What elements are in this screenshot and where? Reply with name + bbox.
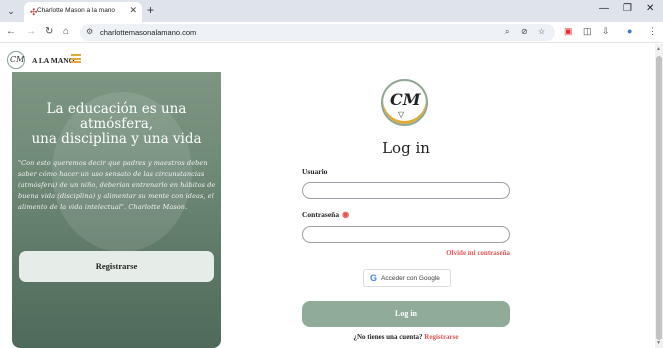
browser-toolbar: ← → ↻ ⌂ ⚙ charlottemasonalamano.com ⌕ ⊘ … [0,22,663,43]
zoom-icon[interactable]: ⌕ [505,27,509,37]
bookmark-star-icon[interactable]: ☆ [538,27,545,36]
hero-title-line: La educación es una [46,101,187,117]
hamburger-menu-icon[interactable] [71,54,81,63]
login-title: Log in [382,139,430,157]
home-icon[interactable]: ⌂ [63,26,69,38]
tab-strip: ⌄ ✣ Charlotte Mason a la mano ✕ + — ❐ ✕ [0,0,663,22]
scroll-thumb[interactable] [656,56,662,340]
sidebar-icon[interactable]: ◫ [583,26,592,37]
reload-icon[interactable]: ↻ [45,26,53,38]
site-info-icon[interactable]: ⚙ [86,27,93,36]
eye-icon[interactable]: ◉ [342,210,349,219]
scroll-down-icon[interactable]: ▼ [656,340,661,346]
chevron-down-icon: ▽ [398,110,405,119]
address-bar[interactable]: ⚙ charlottemasonalamano.com ⌕ ⊘ ☆ [80,24,555,41]
password-label-row: Contraseña ◉ [302,210,349,219]
window-close-icon[interactable]: ✕ [646,3,654,14]
signup-prompt: ¿No tienes una cuenta? Registrarse [302,333,510,341]
hero-title: La educación es una atmósfera, una disci… [18,102,215,147]
url-text[interactable]: charlottemasonalamano.com [100,28,196,37]
browser-tab[interactable]: ✣ Charlotte Mason a la mano ✕ [24,2,142,22]
no-account-text: ¿No tienes una cuenta? [353,333,423,341]
hero-title-line: una disciplina y una vida [31,131,202,147]
tab-title: Charlotte Mason a la mano [37,7,116,14]
username-label: Usuario [302,167,328,176]
login-logo: CM ▽ [381,79,428,126]
maximize-icon[interactable]: ❐ [623,3,632,14]
password-label: Contraseña [302,210,340,219]
google-signin-button[interactable]: G Acceder con Google [363,269,451,287]
forgot-password-link[interactable]: Olvide mi contraseña [420,249,510,257]
new-tab-icon[interactable]: + [147,3,154,17]
username-input[interactable] [302,182,510,199]
extension-icon[interactable]: ▣ [564,26,573,37]
logo-text: CM [10,55,25,64]
password-input[interactable] [302,226,510,243]
profile-avatar-icon[interactable]: ● [627,26,632,36]
register-link[interactable]: Registrarse [424,333,458,341]
tab-search-icon[interactable]: ⌄ [4,4,18,18]
forward-icon[interactable]: → [26,26,36,38]
eye-off-icon[interactable]: ⊘ [521,27,528,36]
register-button[interactable]: Registrarse [19,251,214,282]
close-icon[interactable]: ✕ [129,5,137,16]
brand-name[interactable]: A LA MANO [32,56,75,65]
hero-quote: "Con esto queremos decir que padres y ma… [18,159,216,211]
login-logo-text: CM [390,90,421,109]
google-icon: G [370,273,378,283]
login-button[interactable]: Log in [302,301,510,327]
hero-title-line: atmósfera, [79,116,154,132]
scroll-up-icon[interactable]: ▲ [656,46,661,52]
site-header: CM A LA MANO [0,44,655,72]
back-icon[interactable]: ← [6,26,16,38]
page-scrollbar[interactable]: ▲ ▼ [655,44,663,348]
google-signin-label: Acceder con Google [381,275,440,282]
site-logo[interactable]: CM [7,51,25,69]
menu-icon[interactable]: ⋮ [648,26,657,37]
minimize-icon[interactable]: — [599,3,609,14]
downloads-icon[interactable]: ⇩ [602,26,610,37]
hero-panel: La educación es una atmósfera, una disci… [12,72,221,348]
